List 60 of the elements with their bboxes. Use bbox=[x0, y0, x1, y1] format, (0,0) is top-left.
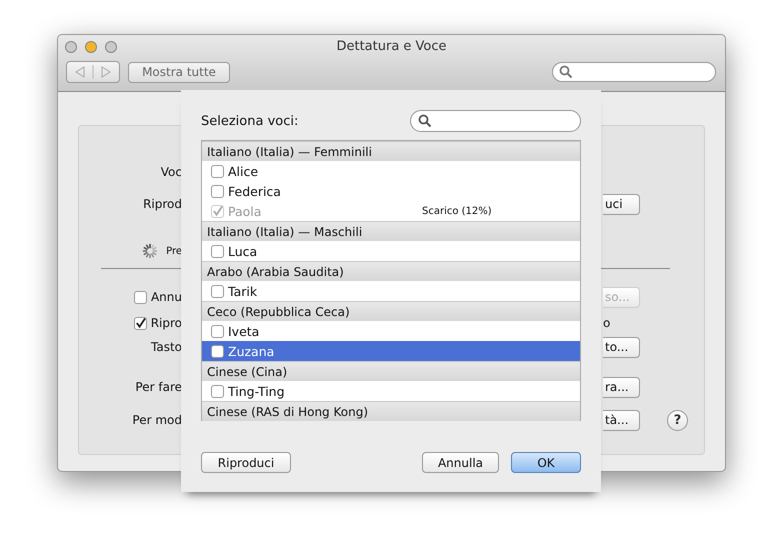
voice-name: Federica bbox=[228, 184, 281, 198]
checkbox[interactable] bbox=[211, 324, 224, 338]
voice-name: Alice bbox=[228, 164, 258, 178]
group-header: Italiano (Italia) — Femminili bbox=[202, 141, 580, 161]
ok-button[interactable]: OK bbox=[511, 452, 581, 473]
voice-row[interactable]: Zuzana bbox=[202, 341, 580, 361]
checkbox[interactable] bbox=[211, 344, 224, 358]
play-button[interactable]: Riproduci bbox=[201, 452, 291, 473]
group-header: Arabo (Arabia Saudita) bbox=[202, 261, 580, 281]
window-title: Dettatura e Voce bbox=[336, 38, 447, 54]
voice-row[interactable]: Ting-Ting bbox=[202, 381, 580, 401]
voice-row[interactable]: Alice bbox=[202, 161, 580, 181]
back-forward-button[interactable] bbox=[66, 61, 120, 83]
window-control-icon[interactable] bbox=[65, 41, 77, 53]
voice-name: Ting-Ting bbox=[228, 384, 285, 398]
setting-label: Per fare bbox=[135, 380, 182, 394]
show-all-button[interactable]: Mostra tutte bbox=[128, 62, 230, 82]
group-header: Cinese (RAS di Hong Kong) bbox=[202, 401, 580, 421]
sheet-title: Seleziona voci: bbox=[201, 114, 298, 128]
settings-button[interactable]: ra... bbox=[603, 376, 640, 398]
checkbox[interactable] bbox=[211, 164, 224, 178]
download-status: Scarico (12%) bbox=[422, 206, 492, 216]
cancel-button[interactable]: Annulla bbox=[422, 452, 499, 473]
voice-name: Iveta bbox=[228, 324, 260, 338]
setting-label: Riprod bbox=[143, 197, 182, 211]
help-button[interactable]: ? bbox=[667, 410, 688, 430]
voice-row[interactable]: Federica bbox=[202, 181, 580, 201]
settings-button[interactable]: uci bbox=[603, 194, 640, 214]
setting-label: o bbox=[603, 316, 610, 330]
search-icon bbox=[559, 65, 573, 79]
setting-label: Pre bbox=[166, 246, 182, 256]
checkbox[interactable] bbox=[211, 284, 224, 298]
settings-button[interactable]: tà... bbox=[603, 410, 640, 430]
search-field[interactable] bbox=[552, 62, 716, 82]
search-icon bbox=[418, 114, 432, 128]
checkbox[interactable] bbox=[134, 290, 147, 304]
voice-row[interactable]: Tarik bbox=[202, 281, 580, 301]
voice-name: Zuzana bbox=[228, 344, 274, 358]
setting-label: Tasto bbox=[151, 340, 182, 354]
checkbox[interactable] bbox=[211, 184, 224, 198]
voice-name: Luca bbox=[228, 244, 258, 258]
checkbox[interactable] bbox=[211, 384, 224, 398]
search-field[interactable] bbox=[410, 110, 581, 132]
checkbox[interactable] bbox=[134, 316, 147, 330]
voice-row[interactable]: Luca bbox=[202, 241, 580, 261]
group-header: Cinese (Cina) bbox=[202, 361, 580, 381]
window-control-icon[interactable] bbox=[105, 41, 117, 53]
setting-label: Ripro bbox=[150, 316, 182, 330]
setting-label: Voc bbox=[160, 165, 182, 179]
window-control-icon[interactable] bbox=[85, 41, 97, 53]
group-header: Italiano (Italia) — Maschili bbox=[202, 221, 580, 241]
setting-label: Annu bbox=[150, 290, 182, 304]
voice-name: Tarik bbox=[228, 284, 258, 298]
setting-label: Per mod bbox=[132, 413, 182, 427]
settings-button[interactable]: to... bbox=[603, 336, 640, 358]
spinner-icon bbox=[142, 243, 158, 259]
group-header: Ceco (Repubblica Ceca) bbox=[202, 301, 580, 321]
voice-name: Paola bbox=[228, 204, 262, 218]
checkbox[interactable] bbox=[211, 244, 224, 258]
voice-row[interactable]: Iveta bbox=[202, 321, 580, 341]
